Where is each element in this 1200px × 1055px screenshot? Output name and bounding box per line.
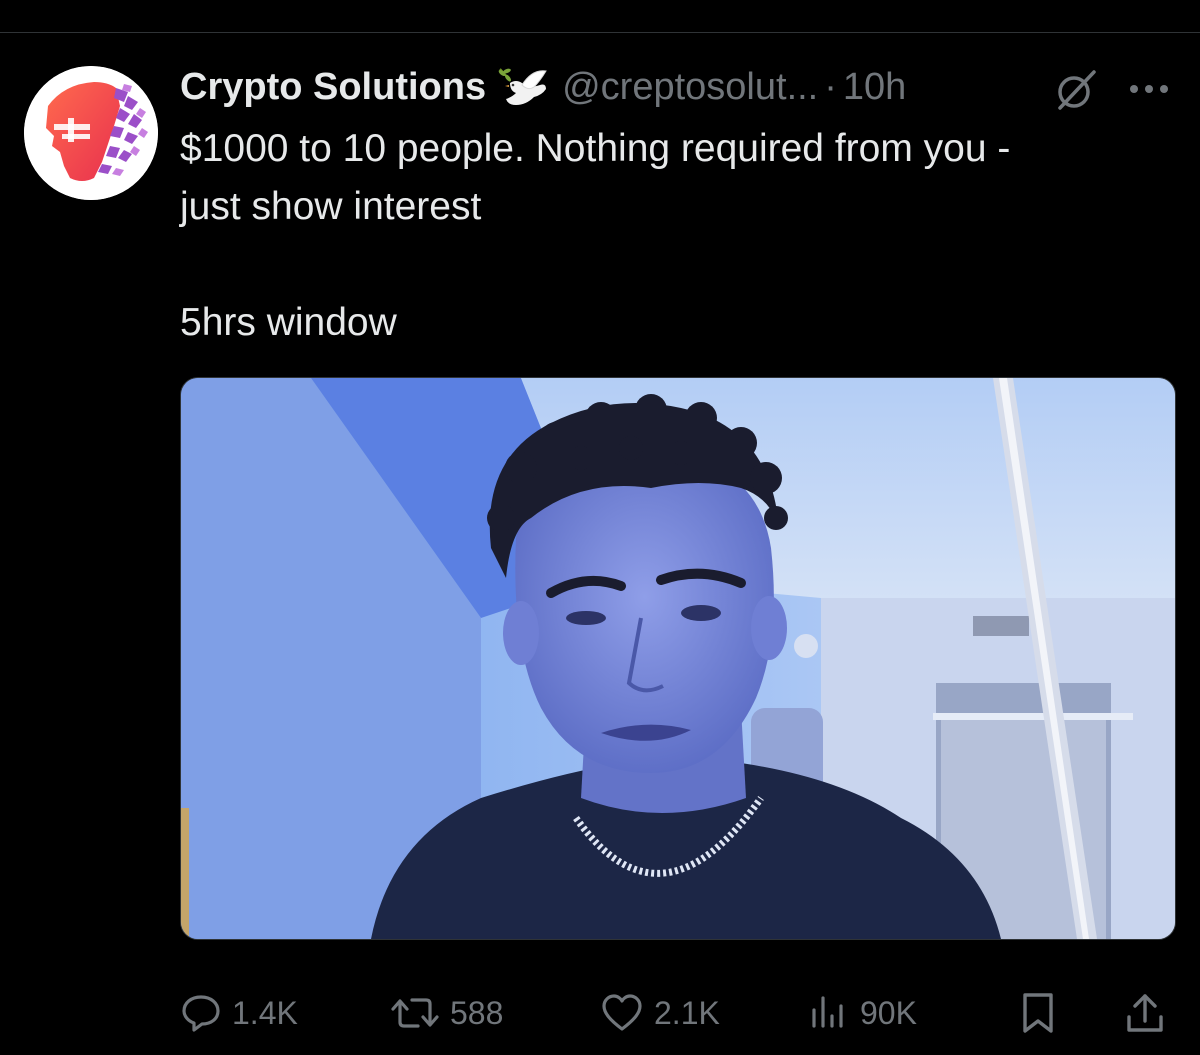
more-options-icon[interactable] (1126, 74, 1172, 104)
top-divider (0, 32, 1200, 33)
post-text-line: just show interest (180, 185, 482, 228)
heart-icon (602, 994, 642, 1031)
post-text-line: $1000 to 10 people. Nothing required fro… (180, 127, 1011, 170)
author-display-name[interactable]: Crypto Solutions (180, 66, 486, 109)
like-count: 2.1K (654, 994, 720, 1031)
repost-count: 588 (450, 994, 504, 1031)
post-text-line: 5hrs window (180, 301, 397, 344)
author-handle[interactable]: @creptosolut... (562, 66, 818, 109)
author-avatar[interactable] (24, 66, 158, 200)
reply-count: 1.4K (232, 994, 298, 1031)
views-chart-icon (812, 996, 843, 1028)
dove-emoji-icon (496, 65, 548, 109)
post-action-bar: 1.4K 588 2.1K 90K (180, 988, 1170, 1038)
reply-button[interactable]: 1.4K (180, 988, 298, 1038)
reply-icon (182, 995, 220, 1032)
video-thumbnail-icon (181, 378, 1175, 939)
header-separator: · (824, 65, 837, 108)
repost-button[interactable]: 588 (390, 988, 503, 1038)
avatar-logo-icon (24, 66, 158, 200)
like-button[interactable]: 2.1K (600, 988, 720, 1038)
view-count: 90K (860, 994, 917, 1031)
share-button[interactable] (1124, 988, 1166, 1038)
share-icon (1127, 994, 1163, 1032)
post-text: $1000 to 10 people. Nothing required fro… (180, 120, 1160, 352)
grok-icon[interactable] (1054, 68, 1098, 112)
views-button[interactable]: 90K (808, 988, 917, 1038)
post-video[interactable] (180, 377, 1176, 940)
repost-icon (391, 998, 439, 1028)
bookmark-icon (1023, 993, 1053, 1033)
post-header: Crypto Solutions @creptosolut... · 10h (180, 62, 906, 112)
post-timestamp[interactable]: 10h (843, 66, 906, 109)
bookmark-button[interactable] (1018, 988, 1058, 1038)
